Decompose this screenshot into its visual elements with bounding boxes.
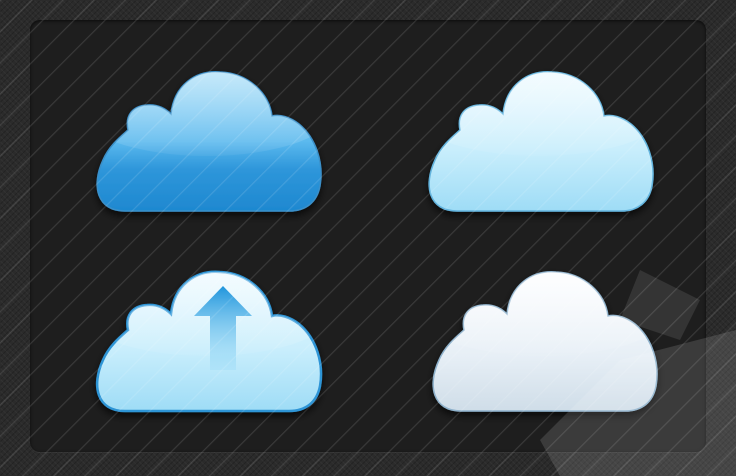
icon-showcase-panel bbox=[30, 20, 706, 452]
